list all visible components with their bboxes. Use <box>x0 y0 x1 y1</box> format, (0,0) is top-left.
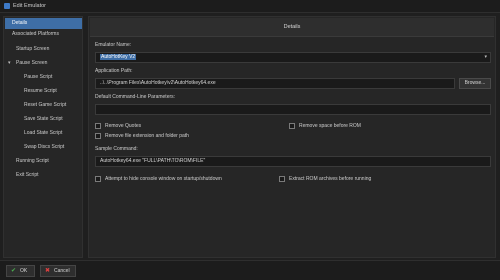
remove-space-label: Remove space before ROM <box>299 123 361 129</box>
sample-command-value: AutoHotkey64.exe "FULL\PATH\TO\ROM\FILE" <box>100 158 206 164</box>
sidebar-item-label: Pause Screen <box>16 60 48 66</box>
sidebar-item-running-script[interactable]: Running Script <box>5 156 82 167</box>
hide-console-label: Attempt to hide console window on startu… <box>105 176 222 182</box>
cancel-button-label: Cancel <box>54 268 70 274</box>
command-line-input[interactable] <box>95 104 491 115</box>
hide-console-checkbox[interactable] <box>95 176 101 182</box>
remove-extension-label: Remove file extension and folder path <box>105 133 189 139</box>
panel-title: Details <box>283 24 301 30</box>
remove-quotes-label: Remove Quotes <box>105 123 142 129</box>
panel-header: Details <box>90 18 494 37</box>
sidebar-item-label: Load State Script <box>24 130 63 136</box>
sample-command-label: Sample Command: <box>95 146 138 152</box>
sidebar-item-swap-discs-script[interactable]: Swap Discs Script <box>5 142 82 153</box>
window-title: Edit Emulator <box>13 3 47 9</box>
details-panel: Details Emulator Name: AutoHotKey V2 ▾ A… <box>88 16 496 258</box>
sidebar-item-resume-script[interactable]: Resume Script <box>5 86 82 97</box>
sidebar-item-label: Associated Platforms <box>12 31 59 37</box>
sidebar: Details Associated Platforms Startup Scr… <box>3 16 83 258</box>
sidebar-item-label: Exit Script <box>16 172 39 178</box>
chevron-down-icon[interactable]: ▾ <box>484 53 487 62</box>
sidebar-item-details[interactable]: Details <box>5 18 82 29</box>
sidebar-item-label: Startup Screen <box>16 46 50 52</box>
sidebar-item-label: Save State Script <box>24 116 63 122</box>
sidebar-item-label: Reset Game Script <box>24 102 67 108</box>
extract-rom-checkbox[interactable] <box>279 176 285 182</box>
sidebar-item-pause-screen[interactable]: ▾ Pause Screen <box>5 58 82 69</box>
sidebar-item-load-state-script[interactable]: Load State Script <box>5 128 82 139</box>
application-path-input[interactable]: ..\..\Program Files\AutoHotkey\v2\AutoHo… <box>95 78 455 89</box>
application-path-value: ..\..\Program Files\AutoHotkey\v2\AutoHo… <box>100 80 216 86</box>
browse-button[interactable]: Browse... <box>459 78 491 89</box>
sidebar-item-exit-script[interactable]: Exit Script <box>5 170 82 181</box>
remove-extension-checkbox[interactable] <box>95 133 101 139</box>
sidebar-item-reset-game-script[interactable]: Reset Game Script <box>5 100 82 111</box>
checkmark-icon: ✔ <box>11 268 17 274</box>
sidebar-item-startup-screen[interactable]: Startup Screen <box>5 44 82 55</box>
sidebar-item-label: Pause Script <box>24 74 53 80</box>
sidebar-item-pause-script[interactable]: Pause Script <box>5 72 82 83</box>
sidebar-item-label: Resume Script <box>24 88 57 94</box>
application-path-label: Application Path: <box>95 68 133 74</box>
emulator-name-combo[interactable]: AutoHotKey V2 ▾ <box>95 52 491 63</box>
command-line-label: Default Command-Line Parameters: <box>95 94 176 100</box>
emulator-name-value: AutoHotKey V2 <box>100 54 137 60</box>
extract-rom-label: Extract ROM archives before running <box>289 176 372 182</box>
chevron-down-icon[interactable]: ▾ <box>8 58 11 69</box>
sample-command-field: AutoHotkey64.exe "FULL\PATH\TO\ROM\FILE" <box>95 156 491 167</box>
sidebar-item-associated-platforms[interactable]: Associated Platforms <box>5 29 82 40</box>
sidebar-item-label: Running Script <box>16 158 49 164</box>
remove-quotes-checkbox[interactable] <box>95 123 101 129</box>
browse-button-label: Browse... <box>464 80 486 86</box>
app-icon <box>4 3 10 9</box>
emulator-name-label: Emulator Name: <box>95 42 132 48</box>
sidebar-item-label: Swap Discs Script <box>24 144 65 150</box>
close-icon: ✖ <box>45 268 51 274</box>
cancel-button[interactable]: ✖ Cancel <box>40 265 76 277</box>
remove-space-checkbox[interactable] <box>289 123 295 129</box>
sidebar-item-save-state-script[interactable]: Save State Script <box>5 114 82 125</box>
sidebar-item-label: Details <box>12 20 28 26</box>
ok-button-label: OK <box>20 268 28 274</box>
dialog-footer: ✔ OK ✖ Cancel <box>0 260 500 280</box>
title-bar: Edit Emulator <box>0 0 500 13</box>
ok-button[interactable]: ✔ OK <box>6 265 35 277</box>
